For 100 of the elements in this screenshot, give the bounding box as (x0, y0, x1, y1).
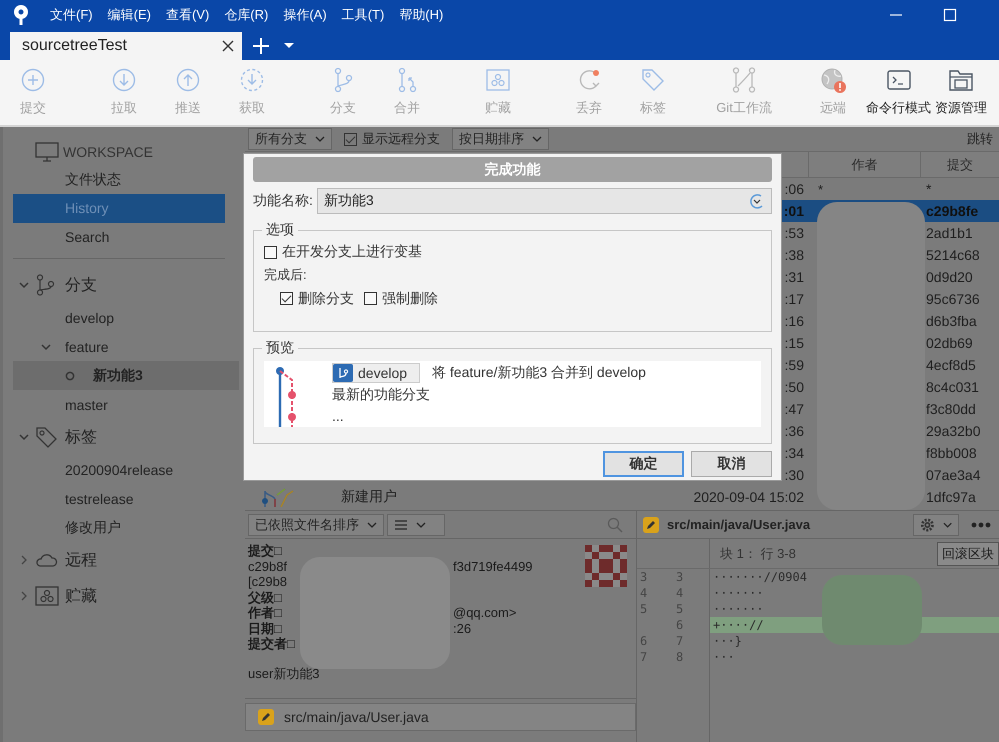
tree-item[interactable]: 20200904release (13, 455, 239, 484)
tree-item[interactable]: feature (13, 332, 239, 361)
checkbox[interactable] (264, 246, 277, 258)
hunk-header: 块 1： 行 3-8 (720, 544, 796, 562)
toolbar-button[interactable]: 命令行模式 (865, 65, 932, 125)
settings-dropdown[interactable] (913, 514, 959, 536)
down-arrow-circle-icon (111, 67, 137, 93)
section-label[interactable]: 贮藏 (65, 586, 97, 606)
field-label: 作者□ (248, 605, 282, 620)
menu-item[interactable]: 查看(V) (166, 6, 210, 24)
field-label: 父级□ (248, 590, 282, 605)
section-title: WORKSPACE (63, 144, 153, 160)
checkbox[interactable] (344, 132, 357, 146)
checkbox-label[interactable]: 删除分支 (298, 290, 354, 308)
maximize-icon (943, 8, 957, 22)
field-value: f3d719fe4499 (453, 558, 533, 574)
dialog-button[interactable]: 取消 (691, 451, 772, 477)
repo-tab[interactable]: sourcetreeTest (10, 32, 242, 60)
sidebar-item[interactable]: 文件状态 (13, 165, 225, 194)
tree-item[interactable]: 修改用户 (13, 513, 239, 542)
field-value: c29b8f (248, 558, 288, 574)
feature-name-combobox[interactable]: 新功能3 (316, 188, 772, 214)
field-value: :26 (453, 620, 472, 636)
table-cell: :16 (784, 313, 804, 329)
table-cell: 2ad1b1 (926, 225, 973, 241)
dialog-button[interactable]: 确定 (603, 451, 684, 477)
field-label: 提交□ (248, 543, 282, 558)
sidebar-item[interactable]: History (13, 194, 225, 223)
commit-message: user新功能3 (248, 666, 321, 681)
chevron-down-icon (315, 136, 325, 142)
plus-icon (252, 37, 270, 55)
merge-description: 将 feature/新功能3 合并到 develop (432, 364, 646, 382)
dashed-down-arrow-circle-icon (239, 67, 265, 93)
tag-icon (640, 67, 666, 93)
checkbox[interactable] (364, 292, 377, 305)
dropdown[interactable]: 已依照文件名排序 (248, 514, 384, 536)
tree-item[interactable]: master (13, 390, 239, 419)
menu-item[interactable]: 帮助(H) (399, 6, 444, 24)
table-cell: 新建用户 (341, 488, 397, 506)
close-icon (222, 40, 234, 52)
toolbar-button[interactable]: 资源管理 (934, 65, 988, 125)
menu-item[interactable]: 工具(T) (342, 6, 384, 24)
menu-item[interactable]: 操作(A) (283, 6, 327, 24)
checkbox-label[interactable]: 强制删除 (382, 290, 438, 308)
section-label[interactable]: 远程 (65, 550, 97, 570)
table-cell: 95c6736 (926, 291, 980, 307)
chevron-down-icon (942, 522, 952, 528)
table-row[interactable]: 新建用户 2020-09-04 15:02 1dfc97a (245, 486, 999, 508)
table-cell: :36 (784, 423, 804, 439)
file-row[interactable]: src/main/java/User.java (245, 703, 636, 731)
line-number: 6 (639, 633, 648, 649)
table-cell: f3c80dd (926, 401, 976, 417)
menu-item[interactable]: 编辑(E) (108, 6, 151, 24)
stash-box-icon (35, 585, 59, 607)
column-header[interactable]: 提交 (920, 152, 999, 177)
field-label: 提交者□ (248, 636, 295, 652)
table-cell: :06 (784, 181, 804, 197)
tree-item[interactable]: develop (13, 303, 239, 332)
tree-item[interactable]: testrelease (13, 484, 239, 513)
table-cell: 2020-09-04 15:02 (693, 489, 804, 505)
tag-icon (35, 426, 59, 448)
app-logo-icon (12, 4, 30, 26)
section-label[interactable]: 标签 (65, 426, 97, 448)
pencil-icon (643, 516, 659, 532)
code-line: ······· (712, 585, 764, 601)
line-number: 7 (639, 649, 648, 665)
tree-item[interactable]: 新功能3 (13, 361, 239, 390)
table-cell: 8c4c031 (926, 379, 979, 395)
table-cell: 29a32b0 (926, 423, 981, 439)
dropdown[interactable]: 按日期排序 (452, 128, 549, 150)
table-cell: 0d9d20 (926, 269, 973, 285)
view-dropdown[interactable] (387, 514, 445, 536)
table-cell: :15 (784, 335, 804, 351)
checkbox-label[interactable]: 在开发分支上进行变基 (282, 243, 422, 261)
commit-summary: ... (332, 407, 345, 426)
line-number: 6 (675, 617, 684, 633)
section-label[interactable]: 分支 (65, 274, 97, 296)
column-header[interactable]: 作者 (808, 152, 920, 177)
up-arrow-circle-icon (175, 67, 201, 93)
table-cell: :31 (784, 269, 804, 285)
menu-item[interactable]: 文件(F) (50, 6, 93, 24)
table-cell: * (926, 181, 932, 197)
sidebar-item[interactable]: Search (13, 223, 225, 252)
code-line: ··· (712, 649, 735, 665)
chevron-down-icon (532, 136, 542, 142)
checkbox-label: 显示远程分支 (362, 130, 440, 148)
branch-icon (333, 364, 353, 382)
table-cell: 07ae3a4 (926, 467, 981, 483)
checkbox[interactable] (280, 292, 293, 305)
tab-label[interactable]: sourcetreeTest (22, 37, 222, 55)
code-line: ······· (712, 601, 764, 617)
table-cell: f8bb008 (926, 445, 977, 461)
group-label: 选项 (262, 221, 298, 239)
line-number: 3 (675, 569, 684, 585)
table-cell: c29b8fe (926, 203, 978, 219)
jump-link[interactable]: 跳转 (967, 130, 999, 148)
circle-icon (65, 370, 75, 380)
dropdown[interactable]: 所有分支 (248, 128, 332, 150)
revert-hunk-button[interactable]: 回滚区块 (937, 542, 999, 566)
menu-item[interactable]: 仓库(R) (224, 6, 268, 24)
